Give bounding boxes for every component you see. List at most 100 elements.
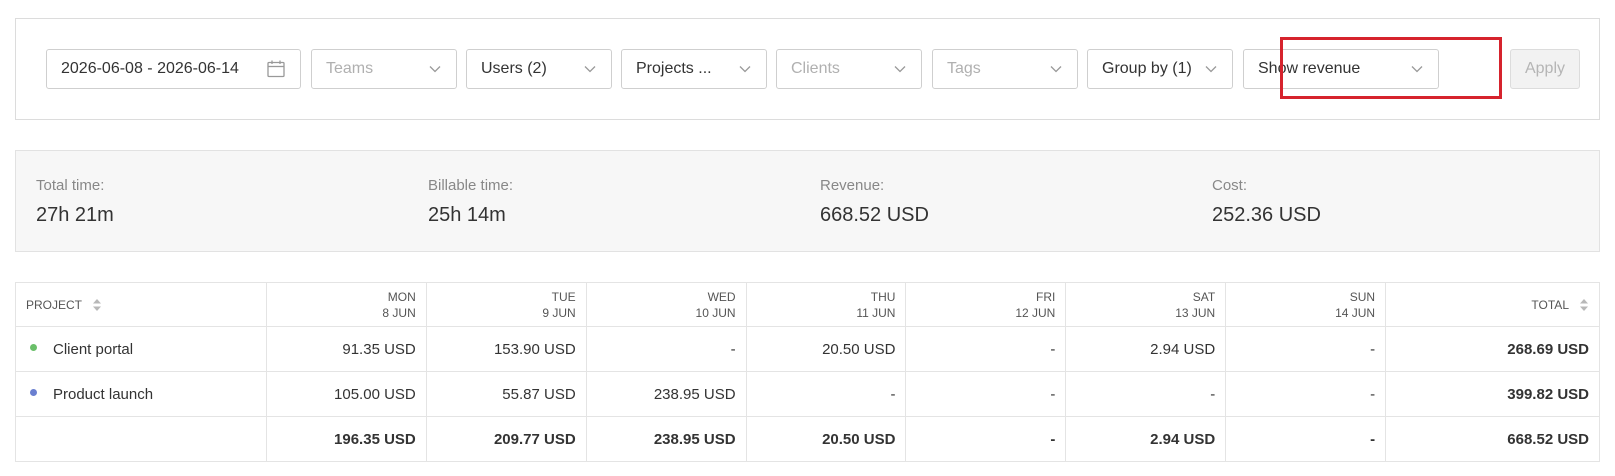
day-total-cell: -: [1225, 416, 1387, 462]
chevron-down-icon: [1205, 66, 1217, 73]
totals-label-cell: [15, 416, 267, 462]
totals-row: 196.35 USD 209.77 USD 238.95 USD 20.50 U…: [15, 416, 1600, 462]
date-range-value: 2026-06-08 - 2026-06-14: [61, 60, 239, 77]
date-range-picker[interactable]: 2026-06-08 - 2026-06-14: [46, 49, 301, 89]
chevron-down-icon: [1411, 66, 1423, 73]
project-name[interactable]: Client portal: [53, 341, 133, 358]
revenue-stat: Revenue: 668.52 USD: [820, 177, 929, 227]
chevron-down-icon: [739, 66, 751, 73]
filter-bar: 2026-06-08 - 2026-06-14 Teams Users (2) …: [15, 18, 1600, 120]
day-date: 14 JUN: [1335, 305, 1376, 320]
day-value-cell: 55.87 USD: [425, 371, 587, 417]
day-value-cell: 20.50 USD: [745, 326, 907, 372]
day-column-header: SAT 13 JUN: [1065, 282, 1227, 327]
total-header-label: TOTAL: [1531, 297, 1569, 312]
row-total-cell: 268.69 USD: [1385, 326, 1600, 372]
billable-time-stat: Billable time: 25h 14m: [428, 177, 513, 227]
day-column-header: MON 8 JUN: [265, 282, 427, 327]
total-column-header[interactable]: TOTAL: [1385, 282, 1600, 327]
day-value-cell: -: [1065, 371, 1227, 417]
day-value-cell: 153.90 USD: [425, 326, 587, 372]
day-column-header: TUE 9 JUN: [425, 282, 587, 327]
chevron-down-icon: [429, 66, 441, 73]
projects-label: Projects ...: [636, 60, 712, 77]
day-column-header: FRI 12 JUN: [905, 282, 1067, 327]
day-value-cell: -: [905, 326, 1067, 372]
projects-dropdown[interactable]: Projects ...: [621, 49, 767, 89]
table-row: Client portal 91.35 USD 153.90 USD - 20.…: [15, 326, 1600, 372]
table-header-row: PROJECT MON 8 JUN TUE 9 JUN WED 10 JUN THU 1…: [15, 282, 1600, 327]
project-cell: Product launch: [15, 371, 267, 417]
day-column-header: SUN 14 JUN: [1225, 282, 1387, 327]
tags-dropdown[interactable]: Tags: [932, 49, 1078, 89]
grand-total-cell: 668.52 USD: [1385, 416, 1600, 462]
users-dropdown[interactable]: Users (2): [466, 49, 612, 89]
billable-time-label: Billable time:: [428, 177, 514, 194]
project-column-header[interactable]: PROJECT: [15, 282, 267, 327]
day-date: 11 JUN: [856, 305, 896, 320]
day-value-cell: -: [1225, 326, 1387, 372]
table-row: Product launch 105.00 USD 55.87 USD 238.…: [15, 371, 1600, 417]
sort-icon: [1580, 298, 1588, 311]
chevron-down-icon: [894, 66, 906, 73]
day-total-cell: 20.50 USD: [745, 416, 907, 462]
apply-button[interactable]: Apply: [1510, 49, 1580, 89]
day-date: 12 JUN: [1015, 305, 1056, 320]
show-revenue-label: Show revenue: [1258, 60, 1361, 77]
revenue-value: 668.52 USD: [820, 204, 929, 226]
group-by-dropdown[interactable]: Group by (1): [1087, 49, 1233, 89]
total-time-label: Total time:: [36, 177, 105, 194]
day-date: 8 JUN: [382, 305, 416, 320]
day-total-cell: 238.95 USD: [585, 416, 747, 462]
day-value-cell: -: [905, 371, 1067, 417]
project-cell: Client portal: [15, 326, 267, 372]
sort-icon: [93, 298, 102, 311]
row-total-cell: 399.82 USD: [1385, 371, 1600, 417]
day-total-cell: -: [905, 416, 1067, 462]
clients-label: Clients: [791, 60, 840, 77]
total-time-stat: Total time: 27h 21m: [36, 177, 114, 227]
day-name: TUE: [551, 289, 576, 304]
project-header-label: PROJECT: [26, 297, 83, 312]
day-name: FRI: [1035, 289, 1056, 304]
teams-label: Teams: [326, 60, 374, 77]
day-value-cell: 91.35 USD: [265, 326, 427, 372]
project-color-dot: [30, 344, 37, 352]
revenue-label: Revenue:: [820, 177, 885, 194]
show-revenue-dropdown[interactable]: Show revenue: [1243, 49, 1439, 89]
day-total-cell: 209.77 USD: [425, 416, 587, 462]
tags-label: Tags: [947, 60, 981, 77]
teams-dropdown[interactable]: Teams: [311, 49, 457, 89]
cost-label: Cost:: [1212, 177, 1248, 194]
cost-stat: Cost: 252.36 USD: [1212, 177, 1321, 227]
project-name[interactable]: Product launch: [53, 386, 153, 403]
chevron-down-icon: [1050, 66, 1062, 73]
summary-panel: Total time: 27h 21m Billable time: 25h 1…: [15, 150, 1600, 252]
calendar-icon: [267, 60, 285, 78]
day-value-cell: 2.94 USD: [1065, 326, 1227, 372]
day-date: 10 JUN: [695, 305, 736, 320]
day-value-cell: 238.95 USD: [585, 371, 747, 417]
clients-dropdown[interactable]: Clients: [776, 49, 922, 89]
cost-value: 252.36 USD: [1212, 204, 1321, 226]
day-total-cell: 196.35 USD: [265, 416, 427, 462]
users-label: Users (2): [481, 60, 547, 77]
day-value-cell: -: [585, 326, 747, 372]
day-value-cell: 105.00 USD: [265, 371, 427, 417]
project-color-dot: [30, 389, 37, 397]
day-name: WED: [707, 289, 736, 304]
day-date: 13 JUN: [1175, 305, 1216, 320]
day-total-cell: 2.94 USD: [1065, 416, 1227, 462]
report-table: PROJECT MON 8 JUN TUE 9 JUN WED 10 JUN THU 1…: [15, 282, 1600, 462]
chevron-down-icon: [584, 66, 596, 73]
billable-time-value: 25h 14m: [428, 204, 506, 226]
day-name: SAT: [1192, 289, 1216, 304]
day-value-cell: -: [745, 371, 907, 417]
day-column-header: THU 11 JUN: [745, 282, 907, 327]
day-name: MON: [387, 289, 416, 304]
day-date: 9 JUN: [542, 305, 576, 320]
day-value-cell: -: [1225, 371, 1387, 417]
total-time-value: 27h 21m: [36, 204, 114, 226]
day-name: THU: [870, 289, 896, 304]
day-column-header: WED 10 JUN: [585, 282, 747, 327]
